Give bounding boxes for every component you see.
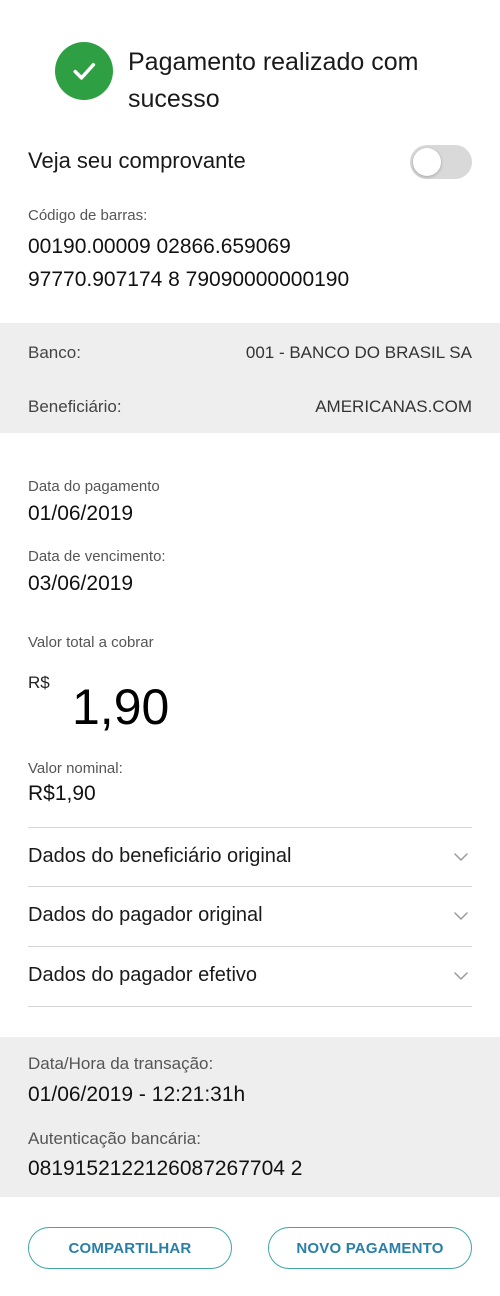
barcode-line-1: 00190.00009 02866.659069 xyxy=(28,235,291,258)
payment-date-value: 01/06/2019 xyxy=(28,502,134,525)
section-label: Dados do beneficiário original xyxy=(28,845,292,867)
payment-date-field: Data do pagamento 01/06/2019 xyxy=(28,478,472,526)
transaction-datetime-label: Data/Hora da transação: xyxy=(28,1054,214,1073)
total-label: Valor total a cobrar xyxy=(28,634,154,651)
auth-value: 0819152122126087267704 2 xyxy=(28,1157,303,1180)
chevron-down-icon xyxy=(454,853,468,861)
section-original-beneficiary[interactable]: Dados do beneficiário original xyxy=(28,827,472,887)
nominal-value: R$1,90 xyxy=(28,782,96,805)
transaction-box: Data/Hora da transação: 01/06/2019 - 12:… xyxy=(0,1037,500,1197)
barcode-section: Código de barras: 00190.00009 02866.6590… xyxy=(28,207,478,296)
section-original-payer[interactable]: Dados do pagador original xyxy=(28,887,472,947)
toggle-knob xyxy=(413,148,441,176)
due-date-field: Data de vencimento: 03/06/2019 xyxy=(28,548,472,596)
nominal-label: Valor nominal: xyxy=(28,760,123,777)
beneficiary-row: Beneficiário: AMERICANAS.COM xyxy=(28,397,472,421)
chevron-down-icon xyxy=(454,972,468,980)
barcode-value: 00190.00009 02866.659069 97770.907174 8 … xyxy=(28,230,478,296)
bank-row: Banco: 001 - BANCO DO BRASIL SA xyxy=(28,343,472,367)
nominal-value-field: Valor nominal: R$1,90 xyxy=(28,760,472,806)
section-effective-payer[interactable]: Dados do pagador efetivo xyxy=(28,947,472,1007)
success-header: Pagamento realizado com sucesso xyxy=(0,0,500,130)
bank-label: Banco: xyxy=(28,343,81,362)
bank-value: 001 - BANCO DO BRASIL SA xyxy=(245,343,472,362)
success-title: Pagamento realizado com sucesso xyxy=(128,48,419,113)
transaction-datetime-value: 01/06/2019 - 12:21:31h xyxy=(28,1083,246,1106)
receipt-toggle[interactable] xyxy=(410,145,472,179)
section-label: Dados do pagador efetivo xyxy=(28,964,258,986)
auth-label: Autenticação bancária: xyxy=(28,1129,201,1148)
check-icon xyxy=(73,63,96,80)
total-label-field: Valor total a cobrar xyxy=(28,634,472,651)
section-label: Dados do pagador original xyxy=(28,904,263,926)
receipt-toggle-label: Veja seu comprovante xyxy=(28,148,246,173)
receipt-toggle-row: Veja seu comprovante xyxy=(0,140,500,186)
due-date-label: Data de vencimento: xyxy=(28,548,166,565)
currency-symbol: R$ xyxy=(28,673,50,692)
total-amount: 1,90 xyxy=(72,679,170,735)
new-payment-button[interactable]: NOVO PAGAMENTO xyxy=(268,1227,472,1269)
check-circle-icon xyxy=(55,42,113,100)
due-date-value: 03/06/2019 xyxy=(28,572,134,595)
beneficiary-value: AMERICANAS.COM xyxy=(315,397,472,416)
share-button[interactable]: COMPARTILHAR xyxy=(28,1227,232,1269)
bank-info-box: Banco: 001 - BANCO DO BRASIL SA Benefici… xyxy=(0,323,500,433)
beneficiary-label: Beneficiário: xyxy=(28,397,122,416)
payment-date-label: Data do pagamento xyxy=(28,478,160,495)
barcode-line-2: 97770.907174 8 79090000000190 xyxy=(28,268,350,291)
barcode-label: Código de barras: xyxy=(28,207,148,224)
chevron-down-icon xyxy=(454,912,468,920)
